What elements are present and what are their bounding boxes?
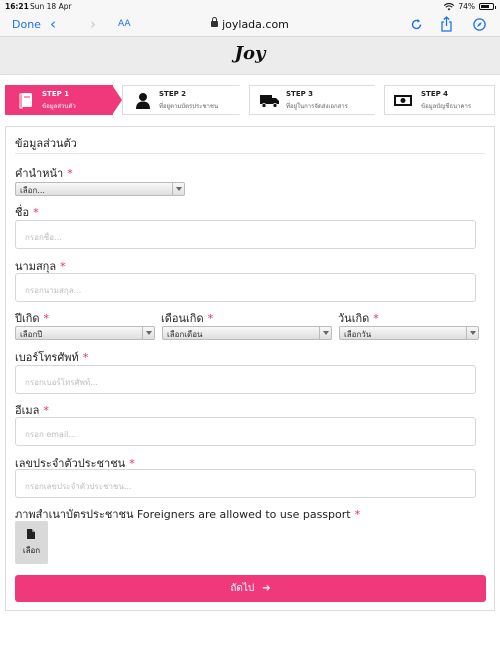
label-text: นามสกุล xyxy=(15,260,57,273)
step-2[interactable]: STEP 2 ที่อยู่ตามบัตรประชาชน xyxy=(122,85,240,115)
select-value: เลือกเดือน xyxy=(167,330,203,339)
label-text: เบอร์โทรศัพท์ xyxy=(15,351,79,364)
select-value: เลือกปี xyxy=(20,330,43,339)
chevron-down-icon xyxy=(319,327,331,339)
reload-icon[interactable] xyxy=(410,18,423,31)
next-label: ถัดไป xyxy=(230,583,255,594)
status-time: 16:21 xyxy=(5,2,29,11)
label-text: อีเมล xyxy=(15,404,40,417)
id-number-input[interactable]: กรอกเลขประจำตัวประชาชน... xyxy=(15,469,476,498)
step-subtitle: ข้อมูลส่วนตัว xyxy=(42,103,76,110)
file-icon xyxy=(27,529,35,539)
form-heading: ข้อมูลส่วนตัว xyxy=(15,137,77,150)
phone-input[interactable]: กรอกเบอร์โทรศัพท์... xyxy=(15,365,476,394)
label-text: เดือนเกิด xyxy=(161,312,204,325)
divider xyxy=(15,153,485,154)
required-marker: * xyxy=(373,312,379,325)
select-value: เลือกวัน xyxy=(344,330,372,339)
phone-label: เบอร์โทรศัพท์ * xyxy=(15,348,88,366)
label-text: ชื่อ xyxy=(15,206,30,219)
email-input[interactable]: กรอก email... xyxy=(15,417,476,446)
next-button[interactable]: ถัดไป ➔ xyxy=(15,575,486,602)
required-marker: * xyxy=(43,312,50,325)
required-marker: * xyxy=(354,508,361,521)
battery-percent: 74% xyxy=(458,2,475,11)
wifi-icon xyxy=(444,2,455,10)
lock-icon xyxy=(211,17,219,27)
step-arrow xyxy=(374,85,384,115)
person-icon xyxy=(136,93,150,109)
step-title: STEP 1 xyxy=(42,90,70,98)
upload-label: เลือก xyxy=(22,546,41,555)
battery-icon xyxy=(479,3,496,10)
battery-level xyxy=(481,5,490,8)
share-icon[interactable] xyxy=(440,16,453,32)
step-4[interactable]: STEP 4 ข้อมูลบัญชีธนาคาร xyxy=(384,85,495,115)
label-text: วันเกิด xyxy=(338,312,370,325)
step-3[interactable]: STEP 3 ที่อยู่ในการจัดส่งเอกสาร xyxy=(249,85,375,115)
birth-day-label: วันเกิด * xyxy=(338,309,379,327)
label-text: ปีเกิด xyxy=(15,312,40,325)
banknote-icon xyxy=(394,95,412,106)
first-name-label: ชื่อ * xyxy=(15,203,39,221)
chevron-down-icon xyxy=(172,183,184,195)
label-text: คำนำหน้า xyxy=(15,167,64,180)
step-subtitle: ที่อยู่ตามบัตรประชาชน xyxy=(159,103,219,110)
step-progress: STEP 1 ข้อมูลส่วนตัว STEP 2 ที่อยู่ตามบั… xyxy=(5,85,495,115)
first-name-input[interactable]: กรอกชื่อ... xyxy=(15,220,476,249)
address-bar[interactable]: joylada.com xyxy=(0,17,500,31)
required-marker: * xyxy=(60,260,66,273)
birth-month-label: เดือนเกิด * xyxy=(161,309,213,327)
compass-icon[interactable] xyxy=(473,18,486,31)
step-arrow xyxy=(112,85,122,115)
site-logo[interactable]: Joy xyxy=(0,43,500,64)
step-1[interactable]: STEP 1 ข้อมูลส่วนตัว xyxy=(5,85,113,115)
book-icon xyxy=(19,93,32,109)
personal-info-form: ข้อมูลส่วนตัว คำนำหน้า * เลือก... ชื่อ * ก… xyxy=(5,126,495,611)
step-subtitle: ข้อมูลบัญชีธนาคาร xyxy=(421,103,472,110)
chevron-down-icon xyxy=(466,327,478,339)
required-marker: * xyxy=(43,404,49,417)
arrow-right-icon: ➔ xyxy=(262,583,271,594)
required-marker: * xyxy=(82,351,89,364)
id-photo-label: ภาพสำเนาบัตรประชาชน Foreigners are allow… xyxy=(15,505,360,523)
step-title: STEP 3 xyxy=(286,90,314,98)
select-value: เลือก... xyxy=(20,186,45,195)
step-title: STEP 2 xyxy=(159,90,187,98)
upload-button[interactable]: เลือก xyxy=(15,521,48,564)
status-right: 74% xyxy=(444,2,496,11)
site-header: Joy xyxy=(0,37,500,75)
title-label: คำนำหน้า * xyxy=(15,164,73,182)
birth-year-select[interactable]: เลือกปี xyxy=(15,326,155,340)
browser-toolbar: Done ‹ › AA joylada.com xyxy=(0,13,500,37)
step-arrow xyxy=(239,85,249,115)
birth-month-select[interactable]: เลือกเดือน xyxy=(162,326,332,340)
url-text: joylada.com xyxy=(222,18,289,31)
title-select[interactable]: เลือก... xyxy=(15,182,185,196)
required-marker: * xyxy=(207,312,214,325)
truck-icon xyxy=(260,95,279,108)
status-bar: 16:21 Sun 18 Apr 74% xyxy=(0,0,500,13)
status-date: Sun 18 Apr xyxy=(30,2,72,11)
birth-day-select[interactable]: เลือกวัน xyxy=(339,326,479,340)
birth-year-label: ปีเกิด * xyxy=(15,309,49,327)
required-marker: * xyxy=(33,206,39,219)
required-marker: * xyxy=(67,167,73,180)
chevron-down-icon xyxy=(142,327,154,339)
step-subtitle: ที่อยู่ในการจัดส่งเอกสาร xyxy=(286,103,348,110)
step-title: STEP 4 xyxy=(421,90,449,98)
last-name-input[interactable]: กรอกนามสกุล... xyxy=(15,273,476,302)
label-text: ภาพสำเนาบัตรประชาชน Foreigners are allow… xyxy=(15,508,351,521)
